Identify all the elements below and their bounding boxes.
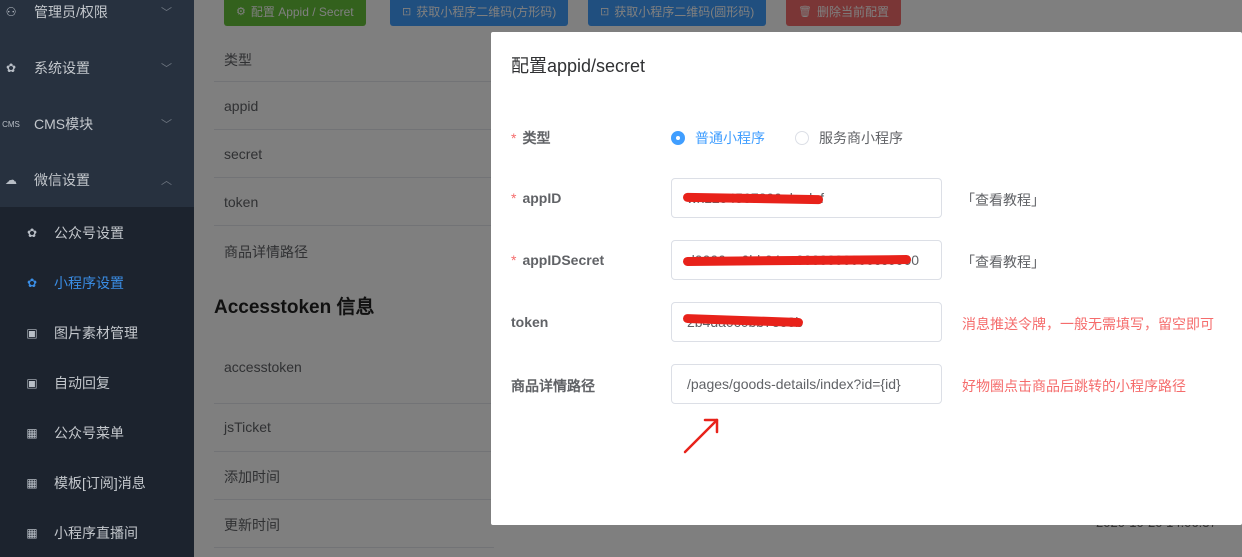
goods-path-label-text: 商品详情路径 [511,378,595,394]
token-label-text: token [511,314,549,330]
admin-icon: ⚇ [5,5,17,19]
sidebar-item-miniprogram[interactable]: ✿ 小程序设置 [0,258,194,308]
token-label: token [511,314,548,330]
sidebar-item-image-assets[interactable]: ▣ 图片素材管理 [0,308,194,358]
sidebar-item-label: 图片素材管理 [54,325,138,341]
sidebar-item-label: 小程序直播间 [54,525,138,541]
menu-admin-label: 管理员/权限 [34,4,108,20]
appid-tutorial-link[interactable]: 「查看教程」 [961,190,1045,210]
type-label: * 类型 [511,128,550,148]
gear-icon: ✿ [26,276,38,290]
cms-icon: CMS [2,119,20,129]
sidebar-item-account-menu[interactable]: ▦ 公众号菜单 [0,408,194,458]
menu-wechat-settings[interactable]: ☁ 微信设置 ︿ [0,152,194,208]
appsecret-tutorial-link[interactable]: 「查看教程」 [961,252,1045,272]
image-icon: ▣ [26,326,38,340]
goods-path-input[interactable]: /pages/goods-details/index?id={id} [671,364,942,404]
radio-checked-icon [671,131,685,145]
appid-label-text: appID [522,190,562,206]
sidebar-item-live-room[interactable]: ▦ 小程序直播间 [0,508,194,557]
gear-icon: ✿ [5,61,17,75]
dialog-title: 配置appid/secret [511,56,646,76]
chevron-down-icon: ﹀ [161,63,172,75]
annotation-arrow-icon [683,418,719,454]
appid-label: * appID [511,190,561,206]
appsecret-label-text: appIDSecret [522,252,605,268]
sidebar-item-label: 小程序设置 [54,275,124,291]
sidebar-item-label: 公众号设置 [54,225,124,241]
type-label-text: 类型 [522,130,551,146]
type-radio-group: 普通小程序 服务商小程序 [671,128,933,148]
radio-unchecked-icon [795,131,809,145]
menu-system-settings-label: 系统设置 [34,60,90,76]
radio-label: 服务商小程序 [819,130,903,146]
menu-cms[interactable]: CMS CMS模块 ﹀ [0,96,194,152]
sidebar-item-label: 公众号菜单 [54,425,124,441]
menu-cms-label: CMS模块 [34,116,94,132]
chevron-down-icon: ﹀ [161,119,172,131]
token-hint: 消息推送令牌，一般无需填写，留空即可 [962,316,1214,332]
goods-path-label: 商品详情路径 [511,376,595,396]
required-mark: * [511,130,517,146]
radio-label: 普通小程序 [695,130,765,146]
appsecret-label: * appIDSecret [511,252,604,268]
chevron-up-icon: ︿ [161,175,172,187]
reply-icon: ▣ [26,376,38,390]
gear-icon: ✿ [26,226,38,240]
menu-system-settings[interactable]: ✿ 系统设置 ﹀ [0,40,194,96]
sidebar-item-label: 自动回复 [54,375,110,391]
sidebar: ⚇ 管理员/权限 ﹀ ✿ 系统设置 ﹀ CMS CMS模块 ﹀ ☁ 微信设置 ︿… [0,0,194,557]
grid-icon: ▦ [26,526,38,540]
menu-wechat-settings-label: 微信设置 [34,172,90,188]
wechat-icon: ☁ [5,173,17,187]
grid-icon: ▦ [26,426,38,440]
sidebar-item-label: 模板[订阅]消息 [54,475,146,491]
sidebar-item-auto-reply[interactable]: ▣ 自动回复 [0,358,194,408]
required-mark: * [511,252,517,268]
radio-normal-miniprogram[interactable]: 普通小程序 [671,128,765,148]
radio-provider-miniprogram[interactable]: 服务商小程序 [795,128,903,148]
config-dialog: 配置appid/secret *类型 普通小程序 服务商小程序 *appID w… [491,32,1242,525]
grid-icon: ▦ [26,476,38,490]
chevron-down-icon: ﹀ [161,7,172,19]
goods-path-hint: 好物圈点击商品后跳转的小程序路径 [962,378,1186,394]
menu-admin[interactable]: ⚇ 管理员/权限 ﹀ [0,0,194,40]
required-mark: * [511,190,517,206]
wechat-submenu: ✿ 公众号设置 ✿ 小程序设置 ▣ 图片素材管理 ▣ 自动回复 ▦ 公众号菜单 … [0,207,194,557]
sidebar-item-official-account[interactable]: ✿ 公众号设置 [0,208,194,258]
sidebar-item-template-messages[interactable]: ▦ 模板[订阅]消息 [0,458,194,508]
